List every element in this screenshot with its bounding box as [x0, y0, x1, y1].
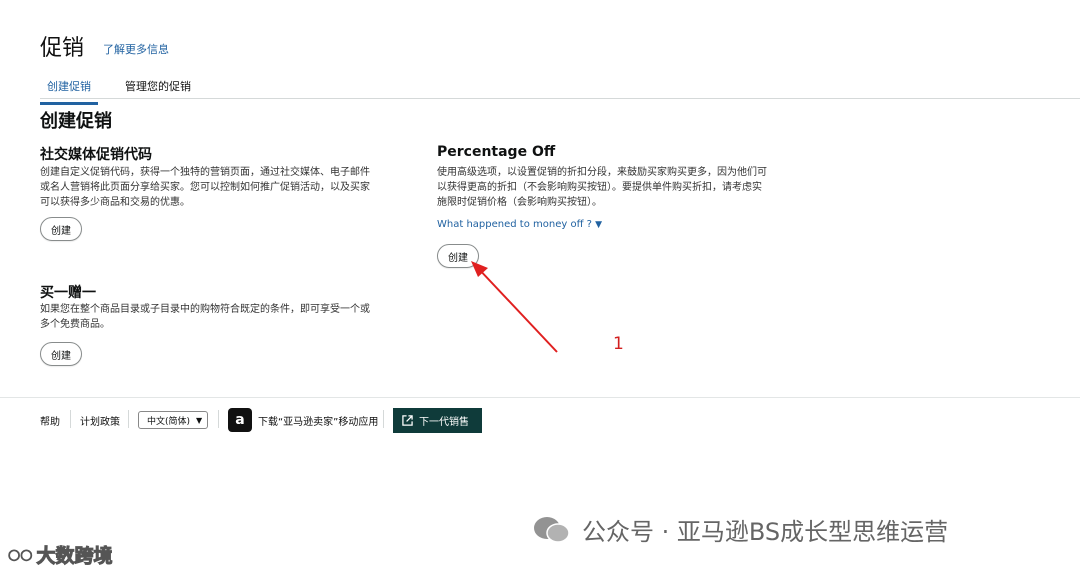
footer-separator [128, 410, 129, 428]
footer-separator [70, 410, 71, 428]
footer-policy-link[interactable]: 计划政策 [80, 413, 120, 428]
next-gen-selling-label: 下一代销售 [419, 417, 469, 428]
annotation-arrow-icon [471, 261, 558, 353]
external-link-icon [402, 415, 413, 426]
language-select-value: 中文(简体) [147, 416, 191, 427]
language-select[interactable]: 中文(简体) ▼ [138, 411, 208, 429]
wechat-watermark: 公众号 · 亚马逊BS成长型思维运营 [532, 512, 948, 547]
brand-logo-icon: ○○ [7, 546, 33, 563]
next-gen-selling-button[interactable]: 下一代销售 [393, 408, 482, 433]
brand-text: 大数跨境 [36, 545, 113, 568]
annotation-number: 1 [613, 334, 624, 354]
watermark-text: 公众号 · 亚马逊BS成长型思维运营 [582, 518, 949, 546]
wechat-icon [534, 516, 570, 543]
chevron-down-icon: ▼ [196, 415, 203, 425]
footer-help-link[interactable]: 帮助 [40, 413, 60, 428]
brand-watermark: ○○ 大数跨境 [7, 541, 113, 568]
app-download-link[interactable]: 下载“亚马逊卖家”移动应用 [258, 413, 378, 428]
footer-separator [218, 410, 219, 428]
footer-divider [0, 397, 1080, 398]
footer-separator [383, 410, 384, 428]
amazon-seller-app-icon[interactable]: a [228, 408, 252, 432]
